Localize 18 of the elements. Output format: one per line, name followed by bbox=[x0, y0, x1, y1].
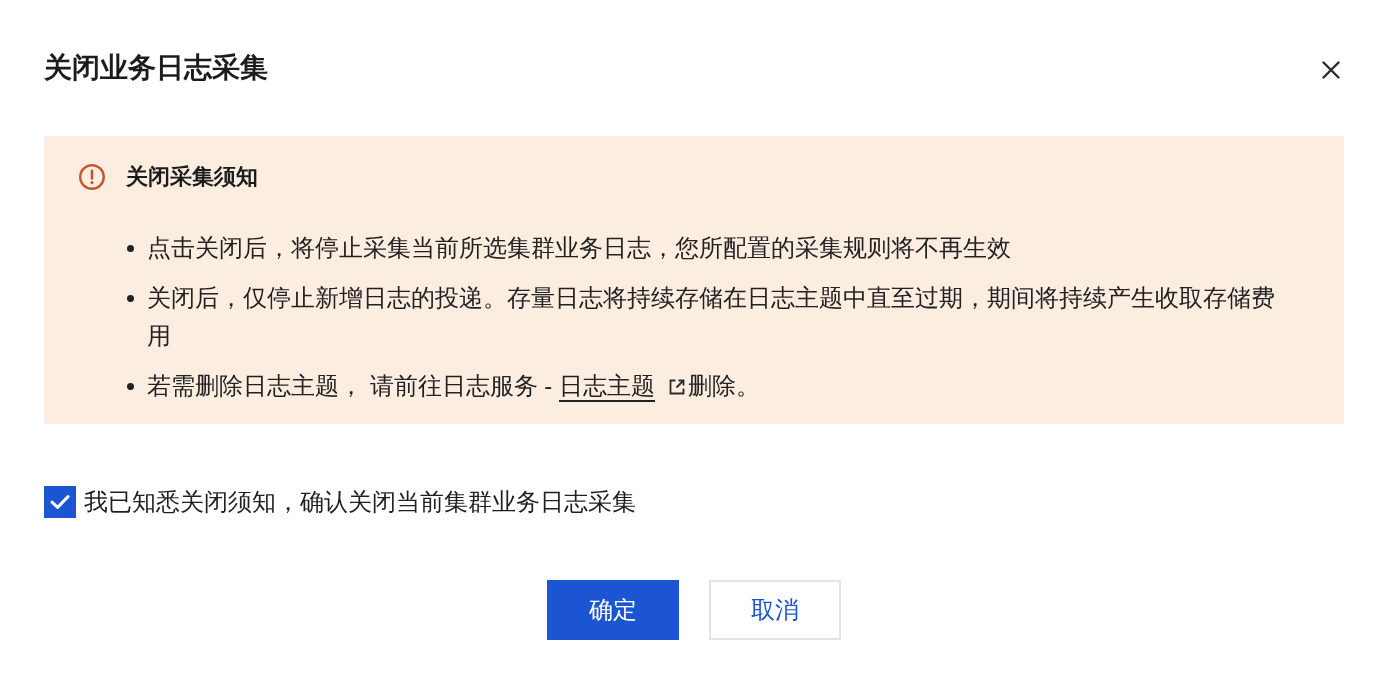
dialog-title: 关闭业务日志采集 bbox=[44, 51, 268, 85]
checkbox[interactable] bbox=[44, 486, 76, 518]
confirm-button[interactable]: 确定 bbox=[547, 580, 679, 640]
notice-title: 关闭采集须知 bbox=[126, 163, 258, 191]
bullet-icon bbox=[127, 295, 134, 302]
cancel-button[interactable]: 取消 bbox=[709, 580, 841, 640]
checkbox-label: 我已知悉关闭须知，确认关闭当前集群业务日志采集 bbox=[84, 487, 636, 517]
bullet-icon bbox=[127, 245, 134, 252]
notice-text: 点击关闭后，将停止采集当前所选集群业务日志，您所配置的采集规则将不再生效 bbox=[147, 233, 1012, 263]
topic-link[interactable]: 日志主题 bbox=[559, 372, 655, 399]
notice-text: 若需删除日志主题， 请前往日志服务 - 日志主题 删除。 bbox=[147, 371, 761, 401]
check-icon bbox=[50, 494, 70, 510]
bullet-icon bbox=[127, 383, 134, 390]
close-icon bbox=[1322, 61, 1340, 79]
warning-icon bbox=[79, 164, 105, 190]
notice-text: 关闭后，仅停止新增日志的投递。存量日志将持续存储在日志主题中直至过期，期间将持续产生收取存储费用 bbox=[147, 283, 1276, 351]
external-link-icon bbox=[669, 379, 685, 395]
close-button[interactable] bbox=[1322, 61, 1340, 79]
